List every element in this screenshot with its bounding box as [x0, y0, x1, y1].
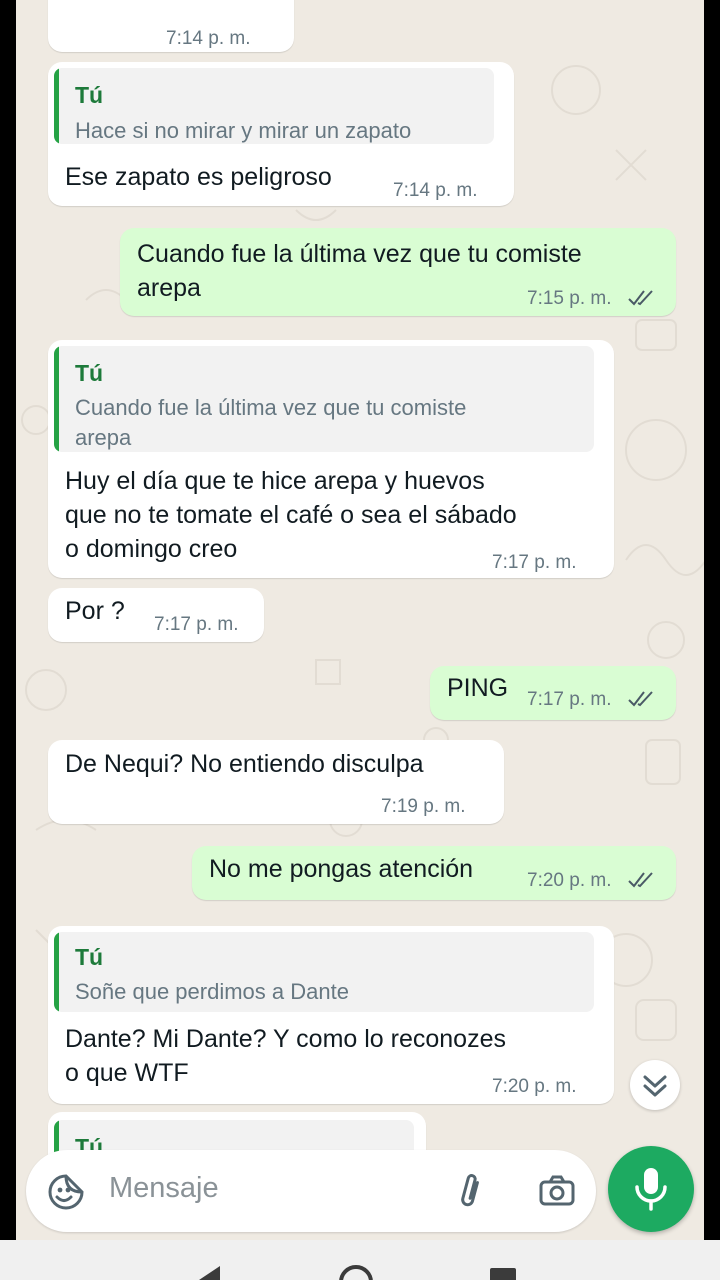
system-navigation-bar: [0, 1240, 720, 1280]
message-time: 7:15 p. m.: [527, 288, 612, 309]
message-text: No me pongas atención: [209, 855, 474, 883]
message-text: Ese zapato es peligroso: [65, 163, 332, 191]
quote-text-line: Cuando fue la última vez que tu comiste: [75, 395, 467, 420]
microphone-icon: [635, 1168, 667, 1211]
quote-author: Tú: [75, 360, 104, 386]
quoted-message[interactable]: Tú Cuando fue la última vez que tu comis…: [54, 346, 594, 452]
message-time: 7:20 p. m.: [527, 870, 612, 891]
message-time: 7:19 p. m.: [381, 796, 466, 817]
message-input[interactable]: Mensaje: [109, 1172, 219, 1205]
recents-nav-icon[interactable]: [484, 1264, 524, 1280]
message-text: De Nequi? No entiendo disculpa: [65, 750, 424, 778]
read-receipt-icon: [628, 290, 653, 306]
camera-icon[interactable]: [537, 1171, 577, 1211]
message-text-line: o domingo creo: [65, 535, 238, 563]
quoted-message[interactable]: Tú Soñe que perdimos a Dante: [54, 932, 594, 1012]
quote-bar: [54, 932, 59, 1012]
message-text-line: o que WTF: [65, 1059, 189, 1087]
double-chevron-down-icon: [643, 1075, 667, 1097]
message-time: 7:17 p. m.: [154, 614, 239, 635]
message-text-line: arepa: [137, 274, 201, 302]
message-time: 7:17 p. m.: [492, 552, 577, 573]
quote-text: Soñe que perdimos a Dante: [75, 979, 349, 1004]
emoji-sticker-icon[interactable]: [46, 1172, 86, 1212]
read-receipt-icon: [628, 691, 653, 707]
message-text: Por ?: [65, 597, 125, 625]
read-receipt-icon: [628, 872, 653, 888]
home-nav-icon[interactable]: [336, 1262, 376, 1280]
quote-text: Hace si no mirar y mirar un zapato: [75, 118, 412, 143]
message-text: PING: [447, 674, 509, 702]
quoted-message[interactable]: Tú Hace si no mirar y mirar un zapato: [54, 68, 494, 144]
message-time: 7:14 p. m.: [393, 180, 478, 201]
message-text-line: que no te tomate el café o sea el sábado: [65, 501, 517, 529]
quote-author: Tú: [75, 944, 104, 970]
message-text-line: Dante? Mi Dante? Y como lo reconozes: [65, 1025, 506, 1053]
paperclip-icon[interactable]: [450, 1171, 490, 1211]
quote-text-line: arepa: [75, 425, 132, 450]
message-text-line: Cuando fue la última vez que tu comiste: [137, 240, 582, 268]
quote-author: Tú: [75, 82, 104, 108]
message-time: 7:17 p. m.: [527, 689, 612, 710]
scroll-to-bottom-button[interactable]: [630, 1060, 680, 1110]
voice-message-button[interactable]: [608, 1146, 694, 1232]
chat-screen: 7:14 p. m. Tú Hace si no mirar y mirar u…: [16, 0, 704, 1280]
message-time: 7:14 p. m.: [166, 28, 251, 49]
quote-bar: [54, 346, 59, 452]
message-text-line: Huy el día que te hice arepa y huevos: [65, 467, 485, 495]
back-nav-icon[interactable]: [190, 1262, 230, 1280]
message-time: 7:20 p. m.: [492, 1076, 577, 1097]
quote-bar: [54, 68, 59, 144]
